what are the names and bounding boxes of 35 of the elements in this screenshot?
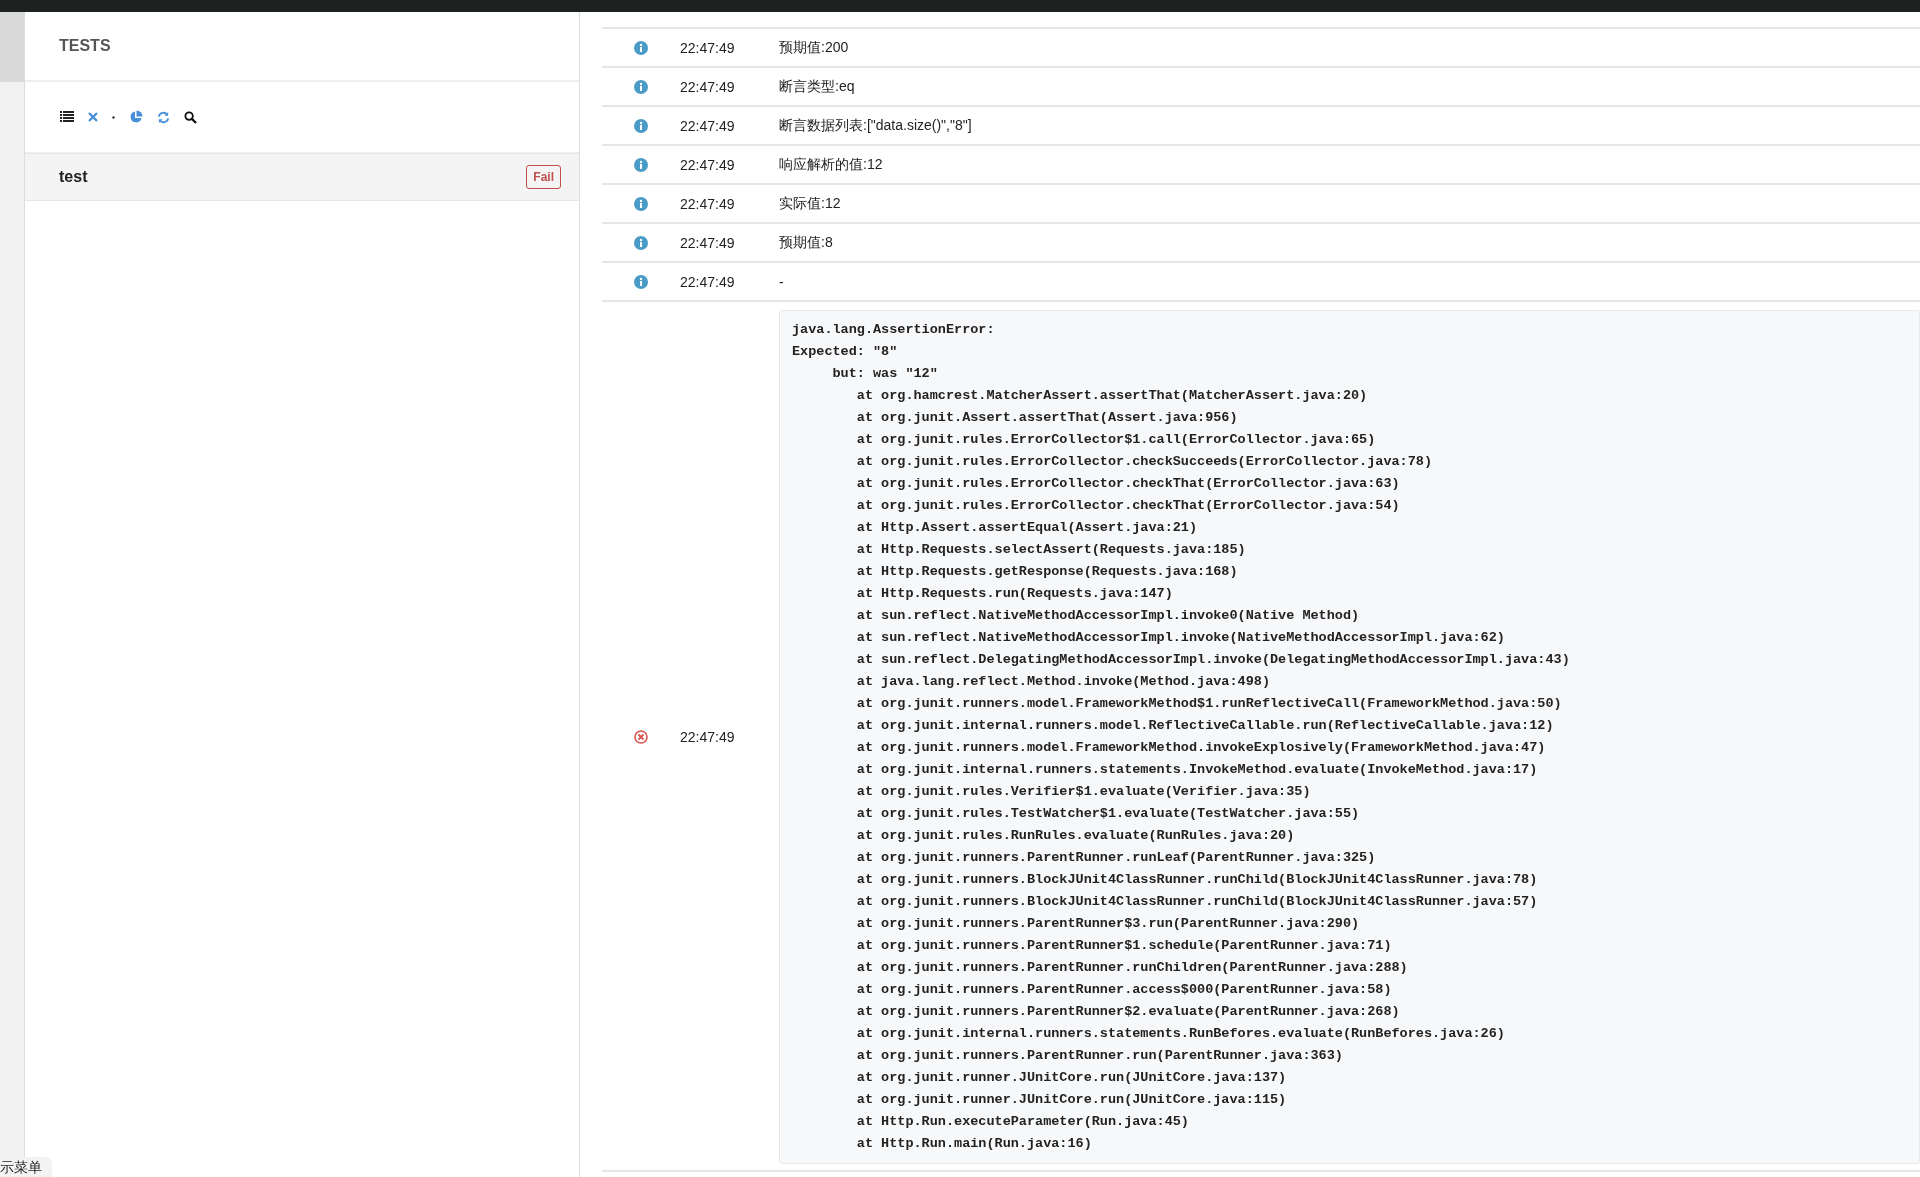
log-message: 断言类型:eq	[779, 77, 855, 96]
error-icon	[634, 730, 648, 744]
test-name: test	[59, 168, 88, 186]
log-time: 22:47:49	[680, 273, 736, 290]
log-time: 22:47:49	[680, 117, 736, 134]
stack-trace: java.lang.AssertionError: Expected: "8" but: was "12" at org.hamcrest.MatcherAssert.assertThat(MatcherAssert.java:20) at org.junit.Assert.assertThat(Assert.java:956) at org.junit.rules.ErrorCollector$1.call(ErrorCollector.java:65) at org.junit.rules.ErrorCollector.checkSucceeds(ErrorCollector.java:78) at org.junit.rules.ErrorCollector.checkThat(ErrorCollector.java:63) at org.junit.rules.ErrorCollector.checkThat(ErrorCollector.java:54) at Http.Assert.assertEqual(Assert.java:21) at Http.Requests.selectAssert(Requests.java:185) at Http.Requests.getResponse(Requests.java:168) at Http.Requests.run(Requests.java:147) at sun.reflect.NativeMethodAccessorImpl.invoke0(Native Method) at sun.reflect.NativeMethodAccessorImpl.invoke(NativeMethodAccessorImpl.java:62) at sun.reflect.DelegatingMethodAccessorImpl.invoke(DelegatingMethodAccessorImpl.java:43) at java.lang.reflect.Method.invoke(Method.java:498) at org.junit.runners.model.FrameworkMethod$1.runReflectiveCall(FrameworkMethod.java:50) at org.junit.internal.runners.model.ReflectiveCallable.run(ReflectiveCallable.java:12) at org.junit.runners.model.FrameworkMethod.invokeExplosively(FrameworkMethod.java:47) at org.junit.internal.runners.statements.InvokeMethod.evaluate(InvokeMethod.java:17) at org.junit.rules.Verifier$1.evaluate(Verifier.java:35) at org.junit.rules.TestWatcher$1.evaluate(TestWatcher.java:55) at org.junit.rules.RunRules.evaluate(RunRules.java:20) at org.junit.runners.ParentRunner.runLeaf(ParentRunner.java:325) at org.junit.runners.BlockJUnit4ClassRunner.runChild(BlockJUnit4ClassRunner.java:78) at org.junit.runners.BlockJUnit4ClassRunner.runChild(BlockJUnit4ClassRunner.java:57) at org.junit.runners.ParentRunner$3.run(ParentRunner.java:290) at org.junit.runners.ParentRunner$1.schedule(ParentRunner.java:71) at org.junit.runners.ParentRunner.runChildren(ParentRunner.java:288) at org.junit.runners.ParentRunner.access$000(ParentRunner.java:58) at org.junit.runners.ParentRunner$2.evaluate(ParentRunner.java:268) at org.junit.internal.runners.statements.RunBefores.evaluate(RunBefores.java:26) at org.junit.runners.ParentRunner.run(ParentRunner.java:363) at org.junit.runner.JUnitCore.run(JUnitCore.java:137) at org.junit.runner.JUnitCore.run(JUnitCore.java:115) at Http.Run.executeParameter(Run.java:45) at Http.Run.main(Run.java:16)	[779, 310, 1920, 1164]
status-badge: Fail	[526, 165, 561, 189]
refresh-icon	[157, 110, 170, 124]
log-time: 22:47:49	[680, 78, 736, 95]
list-icon	[60, 111, 74, 123]
log-message: 实际值:12	[779, 194, 841, 213]
log-message: -	[779, 273, 784, 290]
close-icon	[88, 112, 98, 122]
log-time: 22:47:49	[680, 729, 736, 745]
menu-tab[interactable]: 示菜单	[0, 1157, 52, 1177]
log-time: 22:47:49	[680, 39, 736, 56]
info-icon	[634, 196, 648, 211]
log-time: 22:47:49	[680, 195, 736, 212]
log-time: 22:47:49	[680, 234, 736, 251]
log-message: 响应解析的值:12	[779, 155, 883, 174]
panel-title: TESTS	[59, 37, 111, 55]
search-icon	[184, 110, 197, 124]
test-item[interactable]: test Fail	[25, 153, 579, 201]
log-message: 预期值:200	[779, 38, 849, 57]
info-icon	[634, 274, 648, 289]
info-icon	[634, 40, 648, 55]
info-icon	[634, 118, 648, 133]
info-icon	[634, 79, 648, 94]
dot-icon	[112, 115, 115, 119]
log-message: 断言数据列表:["data.size()","8"]	[779, 116, 972, 135]
info-icon	[634, 235, 648, 250]
log-time: 22:47:49	[680, 156, 736, 173]
pie-chart-icon	[129, 110, 143, 124]
log-message: 预期值:8	[779, 233, 833, 252]
info-icon	[634, 157, 648, 172]
